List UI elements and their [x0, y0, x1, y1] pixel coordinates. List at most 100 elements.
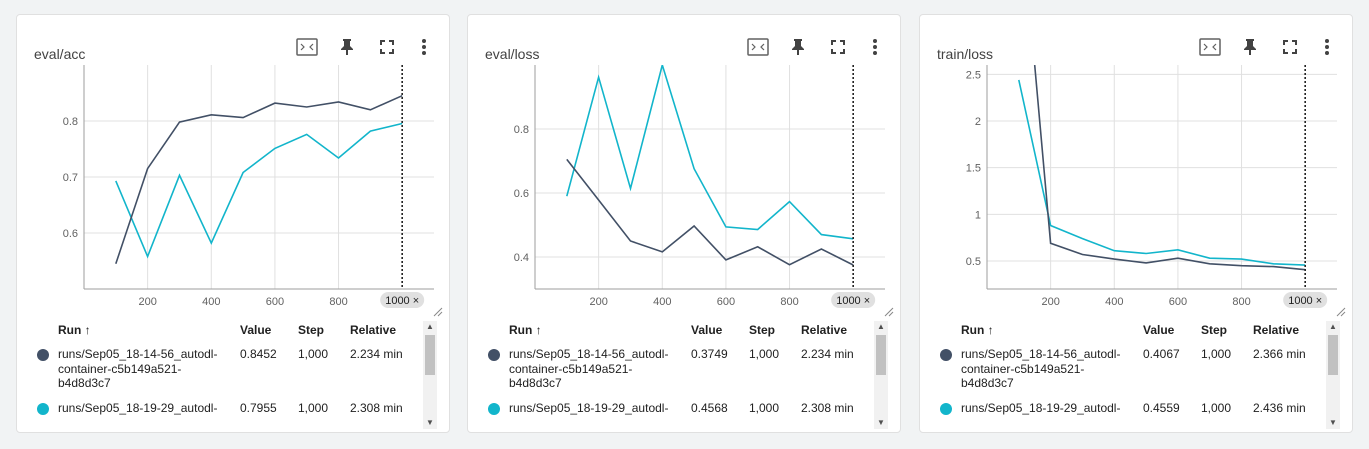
col-header-step[interactable]: Step [749, 323, 775, 337]
scroll-down-icon[interactable]: ▼ [423, 417, 437, 429]
x-tick-label: 400 [1105, 296, 1123, 308]
run-value: 0.4568 [691, 401, 728, 415]
x-tick-label: 200 [589, 296, 607, 308]
y-tick-label: 0.7 [63, 172, 78, 184]
run-name: runs/Sep05_18-19-29_autodl-container-c5b… [961, 401, 1121, 415]
more-vert-icon[interactable] [407, 29, 441, 65]
y-tick-label: 2 [975, 116, 981, 128]
run-name: runs/Sep05_18-14-56_autodl-container-c5b… [58, 347, 218, 390]
run-relative: 2.234 min [350, 347, 403, 361]
series-line-2 [566, 65, 854, 240]
fullscreen-icon[interactable] [818, 29, 858, 65]
y-tick-label: 0.6 [514, 188, 529, 200]
step-cursor-badge[interactable]: 1000 × [380, 292, 425, 308]
fit-domain-icon[interactable] [287, 29, 327, 65]
series-line-2 [115, 122, 403, 259]
pin-icon[interactable] [778, 29, 818, 65]
run-step: 1,000 [1201, 347, 1232, 361]
pin-icon[interactable] [1230, 29, 1270, 65]
run-relative: 2.366 min [1253, 347, 1306, 361]
run-step: 1,000 [749, 401, 780, 415]
x-tick-label: 800 [329, 296, 347, 308]
scroll-thumb[interactable] [876, 335, 886, 375]
scroll-down-icon[interactable]: ▼ [1326, 417, 1340, 429]
scalar-card-eval-loss: eval/loss 200 400 600 800 0.4 0.6 0.8 1000 × Ru… [467, 14, 901, 433]
x-tick-label: 400 [202, 296, 220, 308]
more-vert-icon[interactable] [1310, 29, 1344, 65]
y-tick-label: 0.8 [514, 124, 529, 136]
col-header-run[interactable]: Run ↑ [961, 323, 994, 337]
fit-domain-icon[interactable] [738, 29, 778, 65]
col-header-value[interactable]: Value [691, 323, 722, 337]
run-name: runs/Sep05_18-19-29_autodl-container-c5b… [509, 401, 669, 415]
col-header-relative[interactable]: Relative [1253, 323, 1299, 337]
resize-handle-icon[interactable] [433, 307, 443, 317]
col-header-relative[interactable]: Relative [350, 323, 396, 337]
y-tick-label: 0.5 [966, 256, 981, 268]
line-chart[interactable]: 200 400 600 800 0.6 0.7 0.8 1000 × [17, 63, 450, 323]
x-tick-label: 600 [717, 296, 735, 308]
card-title: train/loss [937, 46, 994, 62]
step-badge-label: 1000 × [385, 295, 419, 307]
runs-scrollbar[interactable]: ▲ ▼ [423, 321, 437, 429]
col-header-value[interactable]: Value [1143, 323, 1174, 337]
fit-domain-icon[interactable] [1190, 29, 1230, 65]
scroll-up-icon[interactable]: ▲ [1326, 321, 1340, 333]
runs-scrollbar[interactable]: ▲ ▼ [1326, 321, 1340, 429]
x-tick-label: 800 [780, 296, 798, 308]
card-title: eval/loss [485, 46, 540, 62]
col-header-step[interactable]: Step [1201, 323, 1227, 337]
resize-handle-icon[interactable] [1336, 307, 1346, 317]
fullscreen-icon[interactable] [1270, 29, 1310, 65]
y-tick-label: 0.8 [63, 116, 78, 128]
run-relative: 2.308 min [801, 401, 854, 415]
run-name: runs/Sep05_18-19-29_autodl-container-c5b… [58, 401, 218, 415]
card-toolbar [287, 29, 441, 65]
x-tick-label: 400 [653, 296, 671, 308]
step-badge-label: 1000 × [1288, 295, 1322, 307]
run-value: 0.7955 [240, 401, 277, 415]
run-value: 0.4559 [1143, 401, 1180, 415]
step-cursor-badge[interactable]: 1000 × [831, 292, 876, 308]
col-header-relative[interactable]: Relative [801, 323, 847, 337]
run-value: 0.3749 [691, 347, 728, 361]
col-header-run[interactable]: Run ↑ [509, 323, 542, 337]
series-line-1 [566, 158, 854, 266]
pin-icon[interactable] [327, 29, 367, 65]
x-tick-label: 600 [1169, 296, 1187, 308]
card-toolbar [738, 29, 892, 65]
resize-handle-icon[interactable] [884, 307, 894, 317]
x-tick-label: 200 [138, 296, 156, 308]
run-step: 1,000 [749, 347, 780, 361]
line-chart[interactable]: 200 400 600 800 0.4 0.6 0.8 1000 × [468, 63, 901, 323]
runs-table: Run ↑ Value Step Relative runs/Sep05_18-14-5… [468, 321, 900, 429]
y-tick-label: 2.5 [966, 69, 981, 81]
run-name: runs/Sep05_18-14-56_autodl-container-c5b… [961, 347, 1121, 390]
run-step: 1,000 [298, 401, 329, 415]
col-header-step[interactable]: Step [298, 323, 324, 337]
run-name: runs/Sep05_18-14-56_autodl-container-c5b… [509, 347, 669, 390]
scroll-up-icon[interactable]: ▲ [874, 321, 888, 333]
y-tick-label: 0.4 [514, 252, 529, 264]
scroll-down-icon[interactable]: ▼ [874, 417, 888, 429]
more-vert-icon[interactable] [858, 29, 892, 65]
scroll-thumb[interactable] [1328, 335, 1338, 375]
col-header-run[interactable]: Run ↑ [58, 323, 91, 337]
col-header-value[interactable]: Value [240, 323, 271, 337]
run-color-dot [940, 349, 952, 361]
scalar-card-train-loss: train/loss 200 400 600 800 0.5 1 1.5 2 2.5 1000 ×… [919, 14, 1353, 433]
run-relative: 2.436 min [1253, 401, 1306, 415]
step-cursor-badge[interactable]: 1000 × [1283, 292, 1328, 308]
card-toolbar [1190, 29, 1344, 65]
x-tick-label: 200 [1041, 296, 1059, 308]
runs-scrollbar[interactable]: ▲ ▼ [874, 321, 888, 429]
run-color-dot [488, 403, 500, 415]
line-chart[interactable]: 200 400 600 800 0.5 1 1.5 2 2.5 1000 × [920, 63, 1353, 323]
y-tick-label: 0.6 [63, 228, 78, 240]
scroll-thumb[interactable] [425, 335, 435, 375]
card-title: eval/acc [34, 46, 86, 62]
run-color-dot [37, 403, 49, 415]
y-tick-label: 1 [975, 209, 981, 221]
fullscreen-icon[interactable] [367, 29, 407, 65]
scroll-up-icon[interactable]: ▲ [423, 321, 437, 333]
